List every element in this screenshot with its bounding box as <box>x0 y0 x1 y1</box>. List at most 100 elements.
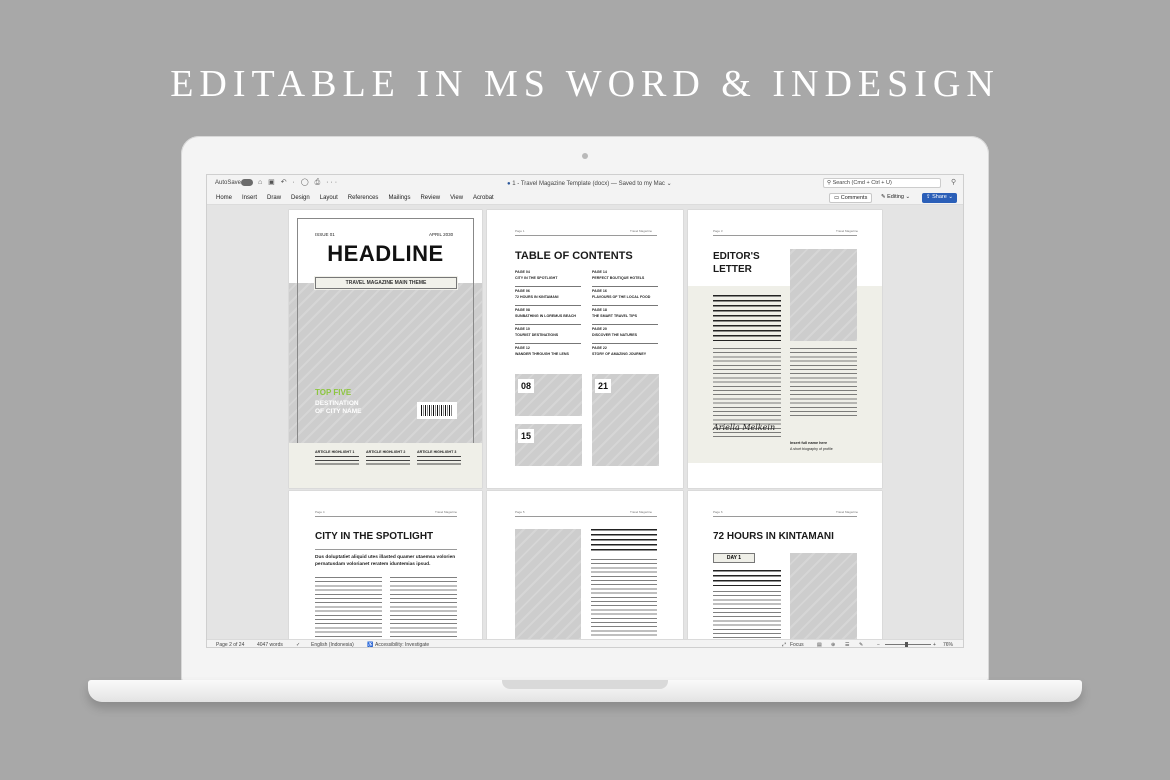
page-toc[interactable]: Page 1 Travel Magazine TABLE OF CONTENTS… <box>487 210 683 488</box>
editing-label: Editing <box>887 194 904 200</box>
document-title[interactable]: ● 1 - Travel Magazine Template (docx) — … <box>507 180 672 187</box>
runhead-right: Travel Magazine <box>435 510 458 514</box>
zoom-slider-knob[interactable] <box>905 642 908 647</box>
runhead-left: Page 3 <box>713 229 723 233</box>
page-number-badge: 08 <box>518 379 534 393</box>
toc-page: PAGE 20 <box>592 327 607 331</box>
language[interactable]: English (Indonesia) <box>311 642 354 647</box>
spotlight-body-left <box>315 577 382 639</box>
toc-entry[interactable]: PAGE 14 PERFECT BOUTIQUE HOTELS <box>592 268 658 287</box>
share-button[interactable]: ⇪ Share ⌄ <box>922 193 957 203</box>
page-number-badge: 21 <box>595 379 611 393</box>
editor-title: EDITOR'S LETTER <box>713 250 760 276</box>
toc-entry[interactable]: PAGE 10 TOURIST DESTINATIONS <box>515 325 581 344</box>
runhead-rule <box>515 235 657 236</box>
draft-icon[interactable]: ✎ <box>859 642 863 647</box>
document-canvas[interactable]: ISSUE 01 APRIL 2030 HEADLINE TRAVEL MAGA… <box>207 205 963 639</box>
kintamani-image <box>790 553 857 639</box>
runhead-left: Page 6 <box>713 510 723 514</box>
camera <box>582 153 588 159</box>
zoom-slider[interactable] <box>885 644 931 645</box>
tab-layout[interactable]: Layout <box>315 195 343 201</box>
kintamani-title: 72 HOURS IN KINTAMANI <box>713 531 834 542</box>
tab-insert[interactable]: Insert <box>237 195 262 201</box>
kintamani-lead-text <box>713 570 781 586</box>
tab-design[interactable]: Design <box>286 195 315 201</box>
article-highlight-2: ARTICLE HIGHLIGHT 2 <box>366 450 406 454</box>
toc-title-text: PERFECT BOUTIQUE HOTELS <box>592 276 645 280</box>
comments-button[interactable]: ▭ Comments <box>829 193 873 203</box>
toc-entry[interactable]: PAGE 12 WANDER THROUGH THE LENS <box>515 344 581 363</box>
toc-entry[interactable]: PAGE 08 SUNBATHING IN LOREMUS BEACH <box>515 306 581 325</box>
search-placeholder: Search (Cmd + Ctrl + U) <box>832 180 892 186</box>
toc-page: PAGE 04 <box>515 270 530 274</box>
pencil-icon: ✎ <box>881 194 886 200</box>
editing-button[interactable]: ✎ Editing ⌄ <box>878 193 913 203</box>
kintamani-body-text <box>713 591 781 639</box>
runhead-right: Travel Magazine <box>630 229 653 233</box>
toc-page: PAGE 16 <box>592 289 607 293</box>
page-5[interactable]: Page 5 Travel Magazine <box>487 491 683 639</box>
page-spotlight[interactable]: Page 4 Travel Magazine CITY IN THE SPOTL… <box>289 491 482 639</box>
barcode <box>417 402 457 419</box>
word-doc-icon: ● <box>507 181 511 187</box>
page-cover[interactable]: ISSUE 01 APRIL 2030 HEADLINE TRAVEL MAGA… <box>289 210 482 488</box>
tab-review[interactable]: Review <box>415 195 445 201</box>
tab-acrobat[interactable]: Acrobat <box>468 195 499 201</box>
toc-title: TABLE OF CONTENTS <box>515 250 633 262</box>
tab-view[interactable]: View <box>445 195 468 201</box>
toc-entry[interactable]: PAGE 04 CITY IN THE SPOTLIGHT <box>515 268 581 287</box>
share-label: Share <box>932 194 947 200</box>
document-title-text: 1 - Travel Magazine Template (docx) — Sa… <box>512 181 672 187</box>
share-icon: ⇪ <box>926 194 931 200</box>
chevron-down-icon: ⌄ <box>905 194 911 200</box>
tab-references[interactable]: References <box>343 195 384 201</box>
cover-destination: DESTINATION OF CITY NAME <box>315 400 361 416</box>
page-editor-letter[interactable]: Page 3 Travel Magazine EDITOR'S LETTER A… <box>688 210 882 488</box>
proofing-icon[interactable]: ✓ <box>296 642 300 647</box>
zoom-in-button[interactable]: + <box>933 642 936 647</box>
tab-draw[interactable]: Draw <box>262 195 286 201</box>
hero-title: EDITABLE IN MS WORD & INDESIGN <box>170 63 1000 105</box>
destination-line-1: DESTINATION <box>315 400 359 407</box>
runhead-rule <box>515 516 657 517</box>
page5-lead-text <box>591 529 657 553</box>
destination-line-2: OF CITY NAME <box>315 408 362 415</box>
toc-title-text: FLAVOURS OF THE LOCAL FOOD <box>592 295 651 299</box>
runhead-right: Travel Magazine <box>836 510 859 514</box>
toc-title-text: SUNBATHING IN LOREMUS BEACH <box>515 314 577 318</box>
autosave-toggle[interactable] <box>241 179 253 186</box>
tab-home[interactable]: Home <box>211 195 237 201</box>
print-layout-icon[interactable]: ▤ <box>817 642 822 647</box>
toc-entry[interactable]: PAGE 20 DISCOVER THE NATURES <box>592 325 658 344</box>
tab-mailings[interactable]: Mailings <box>383 195 415 201</box>
cover-theme: TRAVEL MAGAZINE MAIN THEME <box>314 276 458 290</box>
toc-page: PAGE 06 <box>515 289 530 293</box>
outline-icon[interactable]: ☰ <box>845 642 849 647</box>
comment-icon: ▭ <box>834 195 840 201</box>
toc-page: PAGE 14 <box>592 270 607 274</box>
feedback-icon[interactable]: ⚲ <box>951 178 956 186</box>
cover-issue: ISSUE 01 <box>315 232 335 237</box>
toc-page: PAGE 22 <box>592 346 607 350</box>
web-layout-icon[interactable]: ⊕ <box>831 642 835 647</box>
accessibility-status[interactable]: Accessibility: Investigate <box>375 642 429 647</box>
page-info[interactable]: Page 2 of 24 <box>216 642 244 647</box>
search-input[interactable]: ⚲ Search (Cmd + Ctrl + U) <box>823 178 941 188</box>
zoom-out-button[interactable]: − <box>877 642 880 647</box>
page-kintamani[interactable]: Page 6 Travel Magazine 72 HOURS IN KINTA… <box>688 491 882 639</box>
zoom-level[interactable]: 76% <box>943 642 953 647</box>
toc-entry[interactable]: PAGE 06 72 HOURS IN KINTAMANI <box>515 287 581 306</box>
editor-title-line-1: EDITOR'S <box>713 251 760 262</box>
quick-access-icons[interactable]: ⌂ ▣ ↶ · ◯ ⎙ ··· <box>258 178 339 187</box>
editor-title-line-2: LETTER <box>713 264 752 275</box>
word-count[interactable]: 4047 words <box>257 642 283 647</box>
page5-body-text <box>591 559 657 639</box>
toc-entry[interactable]: PAGE 16 FLAVOURS OF THE LOCAL FOOD <box>592 287 658 306</box>
focus-button[interactable]: Focus <box>790 642 804 647</box>
laptop-base <box>88 680 1082 702</box>
toc-entry[interactable]: PAGE 18 THE SMART TRAVEL TIPS <box>592 306 658 325</box>
spotlight-title: CITY IN THE SPOTLIGHT <box>315 531 434 542</box>
toc-entry[interactable]: PAGE 22 STORY OF AMAZING JOURNEY <box>592 344 658 363</box>
highlight-text-3 <box>417 456 461 466</box>
